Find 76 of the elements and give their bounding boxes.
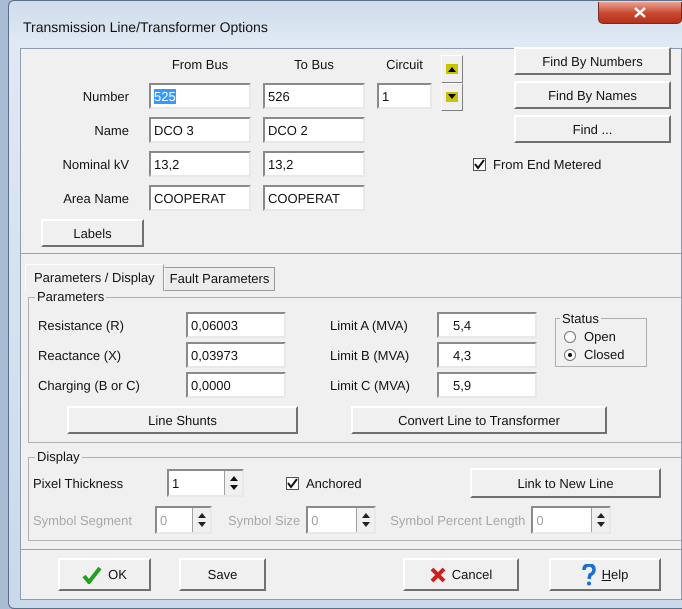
dialog-button[interactable]: Cancel	[403, 558, 519, 591]
check-mark-icon	[287, 478, 298, 488]
cross-icon	[430, 566, 446, 582]
group-title: Parameters	[35, 289, 106, 304]
spin-buttons[interactable]	[224, 471, 242, 495]
to-bus-field[interactable]: 526	[263, 83, 365, 109]
line-shunts-button[interactable]: Line Shunts	[67, 406, 298, 434]
symbol-label: Symbol Segment	[33, 512, 132, 528]
circuit-field[interactable]: 1	[377, 83, 432, 109]
parameter-label: Resistance (R)	[38, 318, 125, 332]
close-button[interactable]	[598, 2, 682, 24]
check-mark-icon	[82, 566, 102, 584]
previous-button[interactable]	[441, 55, 463, 83]
link-button[interactable]: Link to New Line	[470, 468, 661, 498]
limit-label: Limit B (MVA)	[330, 348, 410, 362]
from-bus-field[interactable]: COOPERAT	[149, 185, 251, 211]
spin-buttons[interactable]	[591, 508, 610, 532]
checkbox-label: From End Metered	[493, 157, 602, 172]
down-arrow-icon	[446, 92, 458, 102]
to-bus-field[interactable]: DCO 2	[263, 117, 365, 143]
find-button[interactable]: Find By Numbers	[514, 47, 671, 75]
dialog-button[interactable]: Save	[179, 558, 266, 591]
next-button[interactable]	[441, 83, 463, 111]
limit-field[interactable]: 4,3	[437, 342, 537, 368]
from-bus-field[interactable]: 13,2	[149, 151, 251, 177]
column-heading: To Bus	[293, 57, 335, 74]
group-title: Status	[560, 311, 601, 326]
row-label: Name	[93, 122, 130, 138]
limit-label: Limit C (MVA)	[330, 378, 411, 392]
labels-button[interactable]: Labels	[41, 219, 144, 247]
up-down-arrows-icon	[228, 474, 238, 492]
limit-label: Limit A (MVA)	[330, 318, 409, 332]
row-label: Area Name	[62, 190, 130, 206]
up-down-arrows-icon	[196, 511, 206, 529]
spin-buttons[interactable]	[192, 508, 210, 532]
anchored-checkbox[interactable]	[286, 476, 299, 490]
pixel-thickness-label: Pixel Thickness	[33, 476, 124, 490]
question-mark-icon	[582, 564, 596, 586]
to-bus-field[interactable]: 13,2	[263, 151, 365, 177]
column-heading: Circuit	[385, 57, 424, 74]
parameter-field[interactable]: 0,0000	[186, 372, 286, 398]
dialog-button[interactable]: Help	[549, 558, 661, 591]
tab[interactable]: Fault Parameters	[164, 267, 276, 291]
find-button[interactable]: Find ...	[514, 115, 671, 143]
pixel-thickness-field[interactable]: 1	[167, 469, 244, 497]
symbol-label: Symbol Size	[228, 512, 300, 528]
parameter-field[interactable]: 0,06003	[186, 312, 286, 338]
checkbox-label: Anchored	[306, 476, 362, 490]
window-title: Transmission Line/Transformer Options	[23, 19, 268, 35]
group-title: Display	[35, 449, 82, 464]
row-label: Number	[82, 88, 130, 104]
parameter-label: Reactance (X)	[38, 348, 122, 362]
radio-label: Open	[584, 329, 616, 344]
up-down-arrows-icon	[360, 511, 371, 529]
up-down-arrows-icon	[596, 511, 606, 529]
up-arrow-icon	[446, 64, 458, 74]
symbol-label: Symbol Percent Length	[390, 512, 526, 528]
radio-button[interactable]	[564, 348, 576, 360]
find-button[interactable]: Find By Names	[514, 81, 671, 109]
close-icon	[634, 7, 646, 18]
parameter-label: Charging (B or C)	[38, 378, 141, 392]
limit-field[interactable]: 5,4	[437, 312, 537, 338]
row-label: Nominal kV	[62, 156, 130, 172]
radio-button[interactable]	[564, 330, 576, 342]
to-bus-field[interactable]: COOPERAT	[263, 185, 365, 211]
from-end-metered-checkbox[interactable]	[473, 158, 486, 171]
dialog-button[interactable]: OK	[58, 558, 151, 591]
column-heading: From Bus	[170, 57, 230, 74]
from-bus-field[interactable]: DCO 3	[149, 117, 251, 143]
radio-label: Closed	[584, 347, 624, 362]
check-mark-icon	[474, 159, 485, 170]
limit-field[interactable]: 5,9	[437, 372, 537, 398]
tab[interactable]: Parameters / Display	[25, 264, 164, 291]
parameter-field[interactable]: 0,03973	[186, 342, 286, 368]
convert-button[interactable]: Convert Line to Transformer	[351, 406, 607, 434]
spin-buttons[interactable]	[356, 508, 374, 532]
